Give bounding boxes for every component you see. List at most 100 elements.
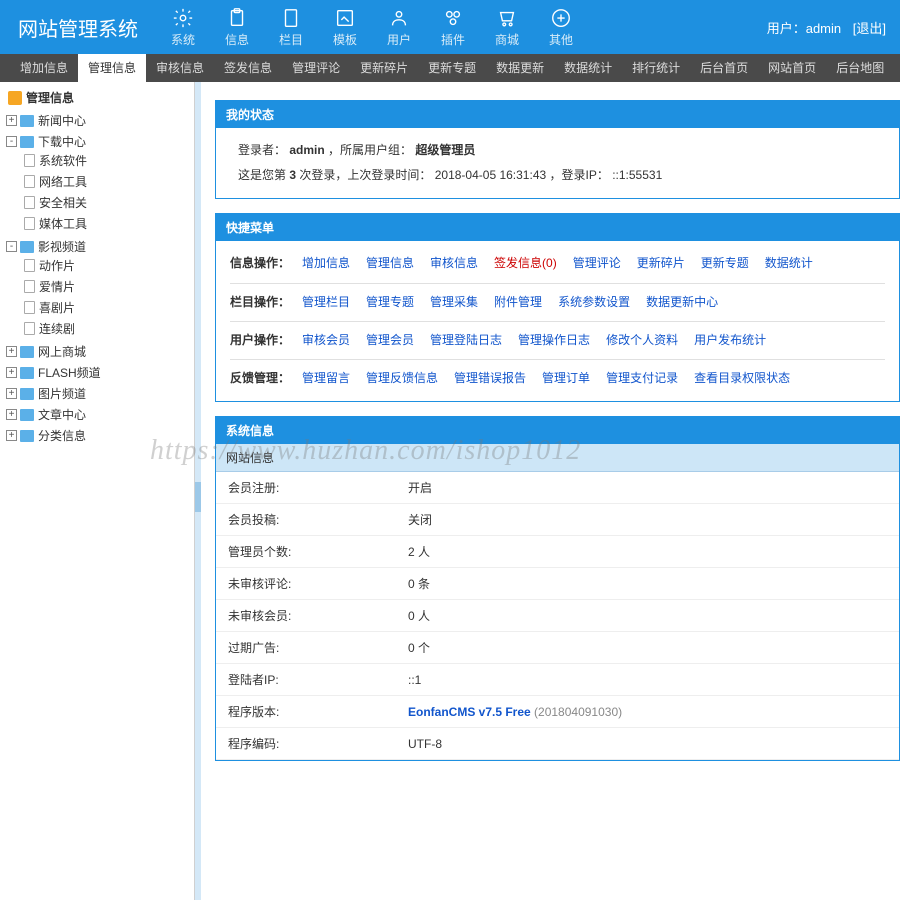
version-link[interactable]: EonfanCMS v7.5 Free — [408, 705, 531, 719]
tree-link[interactable]: FLASH频道 — [38, 364, 101, 381]
subnav-item[interactable]: 排行统计 — [622, 54, 690, 82]
split-divider[interactable] — [195, 82, 201, 900]
subnav-item[interactable]: 数据更新 — [486, 54, 554, 82]
collapse-icon[interactable]: - — [6, 136, 17, 147]
tree-node[interactable]: + 图片频道 — [6, 385, 194, 402]
tree-link[interactable]: 爱情片 — [39, 278, 75, 295]
quick-link[interactable]: 签发信息(0) — [494, 251, 557, 276]
subnav-item[interactable]: 数据统计 — [554, 54, 622, 82]
quick-link[interactable]: 查看目录权限状态 — [694, 366, 790, 391]
subnav-item[interactable]: 后台首页 — [690, 54, 758, 82]
tree-link[interactable]: 分类信息 — [38, 427, 86, 444]
clipboard-icon — [226, 7, 248, 29]
quick-link[interactable]: 管理会员 — [366, 328, 414, 353]
tree-node[interactable]: + FLASH频道 — [6, 364, 194, 381]
quick-link[interactable]: 审核会员 — [302, 328, 350, 353]
quick-link[interactable]: 修改个人资料 — [606, 328, 678, 353]
quick-link[interactable]: 管理支付记录 — [606, 366, 678, 391]
sidebar: 管理信息 +新闻中心-下载中心系统软件网络工具安全相关媒体工具-影视频道动作片爱… — [0, 82, 195, 900]
quick-link[interactable]: 管理信息 — [366, 251, 414, 276]
topnav-clipboard[interactable]: 信息 — [210, 0, 264, 54]
tree-node[interactable]: + 网上商城 — [6, 343, 194, 360]
quick-panel: 快捷菜单 信息操作：增加信息管理信息审核信息签发信息(0)管理评论更新碎片更新专… — [215, 213, 900, 402]
split-handle-icon[interactable] — [195, 482, 201, 512]
sysinfo-value: EonfanCMS v7.5 Free (201804091030) — [396, 696, 899, 728]
tree-leaf[interactable]: 爱情片 — [24, 278, 194, 295]
tree-node[interactable]: + 分类信息 — [6, 427, 194, 444]
expand-icon[interactable]: + — [6, 346, 17, 357]
quick-link[interactable]: 更新碎片 — [637, 251, 685, 276]
topnav-plugin[interactable]: 插件 — [426, 0, 480, 54]
subnav-item[interactable]: 后台地图 — [826, 54, 894, 82]
subnav-item[interactable]: 更新专题 — [418, 54, 486, 82]
subnav-item[interactable]: 审核信息 — [146, 54, 214, 82]
subnav-item[interactable]: 管理评论 — [282, 54, 350, 82]
status-group: 超级管理员 — [415, 143, 475, 157]
tree-node[interactable]: - 影视频道 — [6, 238, 194, 255]
tree-node[interactable]: - 下载中心 — [6, 133, 194, 150]
sysinfo-value: 0 个 — [396, 632, 899, 664]
quick-link[interactable]: 审核信息 — [430, 251, 478, 276]
quick-link[interactable]: 增加信息 — [302, 251, 350, 276]
quick-link[interactable]: 更新专题 — [701, 251, 749, 276]
tree-link[interactable]: 下载中心 — [38, 133, 86, 150]
tree-link[interactable]: 连续剧 — [39, 320, 75, 337]
expand-icon[interactable]: + — [6, 409, 17, 420]
sysinfo-value: 关闭 — [396, 504, 899, 536]
topnav-plus[interactable]: 其他 — [534, 0, 588, 54]
quick-link[interactable]: 管理操作日志 — [518, 328, 590, 353]
tree-link[interactable]: 网络工具 — [39, 173, 87, 190]
quick-link[interactable]: 管理反馈信息 — [366, 366, 438, 391]
tree-link[interactable]: 图片频道 — [38, 385, 86, 402]
main-content: 我的状态 登录者： admin ，所属用户组： 超级管理员 这是您第 3 次登录… — [201, 82, 900, 900]
quick-link[interactable]: 数据统计 — [765, 251, 813, 276]
logout-link[interactable]: [退出] — [853, 21, 886, 36]
quick-link[interactable]: 管理订单 — [542, 366, 590, 391]
quick-link[interactable]: 用户发布统计 — [694, 328, 766, 353]
expand-icon[interactable]: + — [6, 430, 17, 441]
tree-leaf[interactable]: 动作片 — [24, 257, 194, 274]
expand-icon[interactable]: + — [6, 367, 17, 378]
collapse-icon[interactable]: - — [6, 241, 17, 252]
tree-link[interactable]: 动作片 — [39, 257, 75, 274]
tree-node[interactable]: + 文章中心 — [6, 406, 194, 423]
quick-link[interactable]: 管理专题 — [366, 290, 414, 315]
quick-link[interactable]: 管理登陆日志 — [430, 328, 502, 353]
quick-link[interactable]: 系统参数设置 — [558, 290, 630, 315]
quick-link[interactable]: 管理栏目 — [302, 290, 350, 315]
quick-link[interactable]: 管理错误报告 — [454, 366, 526, 391]
tree-link[interactable]: 网上商城 — [38, 343, 86, 360]
tree-leaf[interactable]: 媒体工具 — [24, 215, 194, 232]
subnav-item[interactable]: 签发信息 — [214, 54, 282, 82]
topnav-user[interactable]: 用户 — [372, 0, 426, 54]
tree-leaf[interactable]: 系统软件 — [24, 152, 194, 169]
tree-link[interactable]: 新闻中心 — [38, 112, 86, 129]
subnav-item[interactable]: 增加信息 — [10, 54, 78, 82]
subnav-item[interactable]: 管理信息 — [78, 54, 146, 82]
quick-link[interactable]: 数据更新中心 — [646, 290, 718, 315]
expand-icon[interactable]: + — [6, 115, 17, 126]
tree-link[interactable]: 文章中心 — [38, 406, 86, 423]
topnav-edit[interactable]: 模板 — [318, 0, 372, 54]
quick-link[interactable]: 管理留言 — [302, 366, 350, 391]
tree-link[interactable]: 系统软件 — [39, 152, 87, 169]
expand-icon[interactable]: + — [6, 388, 17, 399]
tree-link[interactable]: 媒体工具 — [39, 215, 87, 232]
subnav-item[interactable]: 网站首页 — [758, 54, 826, 82]
tree-leaf[interactable]: 喜剧片 — [24, 299, 194, 316]
tree-leaf[interactable]: 网络工具 — [24, 173, 194, 190]
quick-link[interactable]: 管理采集 — [430, 290, 478, 315]
tree-leaf[interactable]: 安全相关 — [24, 194, 194, 211]
topnav-cart[interactable]: 商城 — [480, 0, 534, 54]
topnav-doc[interactable]: 栏目 — [264, 0, 318, 54]
subnav-item[interactable]: 版本更新 — [894, 54, 900, 82]
tree-node[interactable]: + 新闻中心 — [6, 112, 194, 129]
tree-link[interactable]: 安全相关 — [39, 194, 87, 211]
quick-link[interactable]: 管理评论 — [573, 251, 621, 276]
subnav-item[interactable]: 更新碎片 — [350, 54, 418, 82]
tree-link[interactable]: 喜剧片 — [39, 299, 75, 316]
topnav-gear[interactable]: 系统 — [156, 0, 210, 54]
quick-link[interactable]: 附件管理 — [494, 290, 542, 315]
tree-link[interactable]: 影视频道 — [38, 238, 86, 255]
tree-leaf[interactable]: 连续剧 — [24, 320, 194, 337]
